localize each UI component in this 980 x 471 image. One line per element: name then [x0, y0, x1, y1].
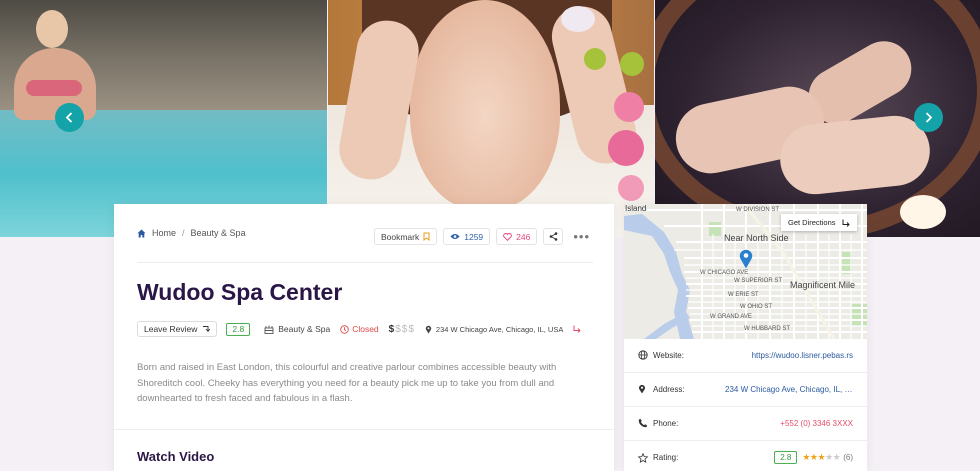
breadcrumb-category-link[interactable]: Beauty & Spa [191, 228, 246, 238]
gallery-next-button[interactable] [914, 103, 943, 132]
hero-gallery [0, 0, 980, 237]
price-inactive: $$$ [395, 323, 415, 335]
likes-count: 246 [516, 231, 531, 242]
rating-score-badge: 2.8 [774, 451, 798, 464]
category-label: Beauty & Spa [278, 324, 331, 334]
info-divider [624, 406, 867, 407]
map-label-superior: W SUPERIOR ST [734, 278, 783, 284]
more-icon: ••• [573, 229, 590, 244]
listing-card: Home / Beauty & Spa Bookmark 1259 246 ••… [114, 204, 614, 471]
bookmark-button[interactable]: Bookmark [373, 228, 438, 245]
gallery-photo-pool[interactable] [0, 0, 327, 237]
more-options-button[interactable]: ••• [569, 228, 594, 245]
phone-label: Phone: [653, 418, 679, 428]
map-label-magnificent-mile: Magnificent Mile [790, 280, 856, 290]
info-address: Address: 234 W Chicago Ave, Chicago, IL,… [638, 384, 853, 394]
star-filled-icon: ★ [802, 452, 810, 462]
eye-icon [450, 234, 460, 239]
watch-video-heading: Watch Video [137, 449, 215, 464]
clock-icon [340, 324, 349, 334]
bookmark-label: Bookmark [380, 231, 420, 242]
map-label-grand: W GRAND AVE [710, 314, 752, 320]
phone-link[interactable]: +552 (0) 3346 3XXX [780, 419, 853, 428]
map-label-island: Island [625, 204, 647, 213]
gallery-photo-facial[interactable] [328, 0, 654, 237]
leave-review-button[interactable]: Leave Review [137, 321, 218, 337]
listing-title: Wudoo Spa Center [137, 279, 343, 305]
share-button[interactable] [543, 228, 564, 245]
address-link[interactable]: 234 W Chicago Ave, Chicago, IL, USA [425, 324, 582, 334]
address-value[interactable]: 234 W Chicago Ave, Chicago, IL, USA [725, 385, 853, 394]
info-phone: Phone: +552 (0) 3346 3XXX [638, 418, 853, 428]
rating-stars: ★★★★★ [802, 452, 840, 463]
heart-icon [503, 232, 513, 241]
breadcrumb: Home / Beauty & Spa [137, 228, 246, 238]
rating-badge: 2.8 [226, 322, 251, 336]
map-marker-icon [638, 384, 650, 394]
share-icon [549, 232, 558, 241]
map-marker-icon [425, 325, 432, 333]
get-directions-button[interactable]: Get Directions [781, 214, 857, 231]
section-divider [114, 429, 614, 430]
info-divider [624, 372, 867, 373]
map-label-hubbard: W HUBBARD ST [744, 326, 791, 332]
website-link[interactable]: https://wudoo.lisner.pebas.rs [752, 351, 853, 360]
map-label-erie: W ERIE ST [728, 292, 759, 298]
listing-actions: Bookmark 1259 246 ••• [373, 228, 594, 245]
address-label: Address: [653, 384, 685, 394]
views-counter: 1259 [443, 228, 491, 245]
home-icon [137, 229, 146, 238]
status-label: Closed [352, 324, 379, 334]
map-label-ohio: W OHIO ST [740, 304, 772, 310]
chevron-left-icon [65, 112, 73, 123]
info-rating: Rating: 2.8 ★★★★★ (6) [638, 451, 853, 464]
listing-meta: Leave Review 2.8 Beauty & Spa Closed $$$… [137, 321, 582, 337]
star-empty-icon: ★ [825, 452, 833, 462]
reply-arrow-icon [203, 326, 211, 332]
leave-review-label: Leave Review [144, 324, 198, 334]
star-empty-icon: ★ [832, 452, 841, 462]
breadcrumb-separator: / [182, 228, 185, 238]
website-label: Website: [653, 350, 684, 360]
status-badge: Closed [340, 324, 379, 334]
location-map[interactable]: Island W DIVISION ST Near North Side W C… [624, 204, 867, 339]
chevron-right-icon [925, 112, 933, 123]
map-label-near-north: Near North Side [724, 233, 789, 243]
phone-icon [638, 418, 650, 428]
category-link[interactable]: Beauty & Spa [264, 324, 330, 334]
directions-arrow-icon [842, 219, 850, 227]
address-label: 234 W Chicago Ave, Chicago, IL, USA [435, 324, 564, 334]
gallery-prev-button[interactable] [55, 103, 84, 132]
info-divider [624, 440, 867, 441]
contact-card: Island W DIVISION ST Near North Side W C… [624, 204, 867, 471]
star-outline-icon [638, 452, 650, 463]
price-range: $$$$ [389, 324, 415, 335]
rating-label: Rating: [653, 453, 679, 462]
header-divider [137, 262, 593, 263]
map-label-division: W DIVISION ST [736, 207, 780, 213]
star-filled-icon: ★ [817, 452, 826, 462]
breadcrumb-home-link[interactable]: Home [152, 228, 176, 238]
like-button[interactable]: 246 [496, 228, 538, 245]
get-directions-label: Get Directions [788, 218, 836, 227]
bookmark-icon [423, 232, 430, 241]
globe-icon [638, 350, 650, 360]
rating-count: (6) [843, 453, 853, 462]
spa-icon [264, 325, 274, 334]
info-website: Website: https://wudoo.lisner.pebas.rs [638, 350, 853, 360]
directions-arrow-icon[interactable] [573, 325, 582, 333]
listing-description: Born and raised in East London, this col… [137, 362, 557, 404]
rating-summary: 2.8 ★★★★★ (6) [774, 451, 853, 464]
views-count: 1259 [464, 231, 484, 242]
map-pin-icon[interactable] [739, 249, 753, 274]
